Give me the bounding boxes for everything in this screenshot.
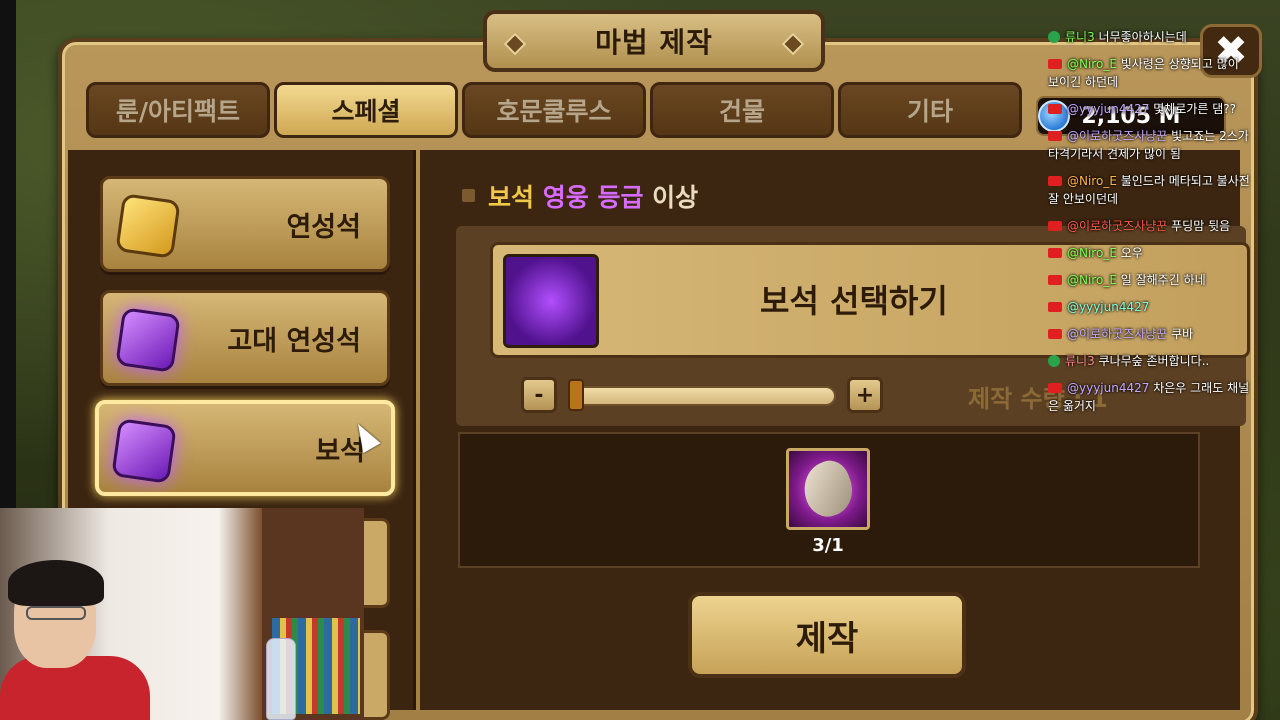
glasses <box>26 606 86 620</box>
quantity-slider[interactable] <box>568 386 836 406</box>
chat-text: 쿠나무숲 존버합니다.. <box>1098 354 1210 368</box>
chat-text: 푸딩맘 뒷음 <box>1171 219 1231 233</box>
chat-text: 쿠바 <box>1171 327 1194 341</box>
chat-text: 일 잘해주긴 하네 <box>1120 273 1206 287</box>
side-item-label: 연성석 <box>286 211 361 243</box>
requirement-heading: 보석 영웅 등급 이상 <box>488 178 698 214</box>
chat-message: 류니3 쿠나무숲 존버합니다.. <box>1048 352 1253 370</box>
chat-username: @Niro_E <box>1067 246 1121 260</box>
heading-grade: 영웅 등급 <box>542 183 644 212</box>
increase-button[interactable]: + <box>847 377 883 413</box>
tab-special[interactable]: 스페셜 <box>274 82 458 138</box>
twitch-icon <box>1048 31 1060 43</box>
streamer <box>0 560 150 720</box>
chat-message: @Niro_E 빛사령은 상향되고 많이 보이긴 하던데 <box>1048 55 1253 91</box>
window-title-plate: 마법 제작 <box>483 10 825 72</box>
live-chat: 류니3 너무좋아하시는데 @Niro_E 빛사령은 상향되고 많이 보이긴 하던데… <box>1048 28 1253 424</box>
twitch-icon <box>1048 355 1060 367</box>
craft-button[interactable]: 제작 <box>688 592 966 678</box>
bullet-icon <box>462 189 475 202</box>
tab-rune-artifact[interactable]: 룬/아티팩트 <box>86 82 270 138</box>
youtube-icon <box>1048 176 1062 186</box>
youtube-icon <box>1048 329 1062 339</box>
side-item-label: 고대 연성석 <box>227 325 361 357</box>
youtube-icon <box>1048 383 1062 393</box>
youtube-icon <box>1048 59 1062 69</box>
webcam-overlay <box>0 508 364 720</box>
chat-username: @Niro_E <box>1067 273 1121 287</box>
side-item-craft-stone[interactable]: 연성석 <box>100 176 390 272</box>
chat-message: @Niro_E 불인드라 메타되고 불사전 잘 안보이던데 <box>1048 172 1253 208</box>
streamer-body <box>0 656 150 720</box>
water-bottle <box>266 638 296 720</box>
chat-message: @yyyjun4427 차은우 그래도 채널은 옮거지 <box>1048 379 1253 415</box>
slider-handle[interactable] <box>568 379 584 411</box>
youtube-icon <box>1048 248 1062 258</box>
youtube-icon <box>1048 104 1062 114</box>
chat-message: @yyyjun4427 <box>1048 298 1253 316</box>
tab-building[interactable]: 건물 <box>650 82 834 138</box>
heading-suffix: 이상 <box>652 183 699 212</box>
chat-message: @이로하굿즈사냥꾼 푸딩맘 뒷음 <box>1048 217 1253 235</box>
chat-message: @이로하굿즈사냥꾼 쿠바 <box>1048 325 1253 343</box>
side-item-partial[interactable] <box>360 518 390 608</box>
chat-message: @Niro_E 오우 <box>1048 244 1253 262</box>
side-item-gem[interactable]: 보석 <box>95 400 395 496</box>
youtube-icon <box>1048 275 1062 285</box>
chat-text: 너무좋아하시는데 <box>1098 30 1187 44</box>
gem-crystal-icon <box>503 254 599 348</box>
purple-rune-stone-icon <box>115 307 181 373</box>
chat-username: @이로하굿즈사냥꾼 <box>1067 327 1172 341</box>
decrease-button[interactable]: - <box>521 377 557 413</box>
chat-username: @이로하굿즈사냥꾼 <box>1067 219 1172 233</box>
youtube-icon <box>1048 221 1062 231</box>
gem-icon <box>111 418 177 484</box>
chat-username: @yyyjun4427 <box>1067 102 1154 116</box>
youtube-icon <box>1048 131 1062 141</box>
chat-message: 류니3 너무좋아하시는데 <box>1048 28 1253 46</box>
chat-username: @Niro_E <box>1067 174 1121 188</box>
side-item-ancient-craft-stone[interactable]: 고대 연성석 <box>100 290 390 386</box>
chat-message: @이로하굿즈사냥꾼 빛고죠는 2스가 타격기라서 견제가 많이 됨 <box>1048 127 1253 163</box>
side-item-label: 보석 <box>315 435 365 467</box>
heading-item: 보석 <box>488 183 535 212</box>
material-count: 3/1 <box>812 535 844 556</box>
chat-username: @yyyjun4427 <box>1067 381 1154 395</box>
chat-text: 오우 <box>1120 246 1143 260</box>
chat-username: @yyyjun4427 <box>1067 300 1150 314</box>
chat-username: @이로하굿즈사냥꾼 <box>1067 129 1172 143</box>
tab-homunculus[interactable]: 호문쿨루스 <box>462 82 646 138</box>
chat-message: @Niro_E 일 잘해주긴 하네 <box>1048 271 1253 289</box>
window-title: 마법 제작 <box>595 26 713 59</box>
tab-other[interactable]: 기타 <box>838 82 1022 138</box>
side-item-partial[interactable] <box>360 630 390 720</box>
chat-username: @Niro_E <box>1067 57 1121 71</box>
chat-text: 몇쳬로가른 댐?? <box>1153 102 1236 116</box>
right-ornament-icon <box>781 32 805 56</box>
gold-rune-stone-icon <box>115 193 181 259</box>
left-ornament-icon <box>503 32 527 56</box>
chat-username: 류니3 <box>1065 354 1099 368</box>
streamer-hair <box>8 560 104 606</box>
youtube-icon <box>1048 302 1062 312</box>
chat-message: @yyyjun4427 몇쳬로가른 댐?? <box>1048 100 1253 118</box>
chat-username: 류니3 <box>1065 30 1099 44</box>
